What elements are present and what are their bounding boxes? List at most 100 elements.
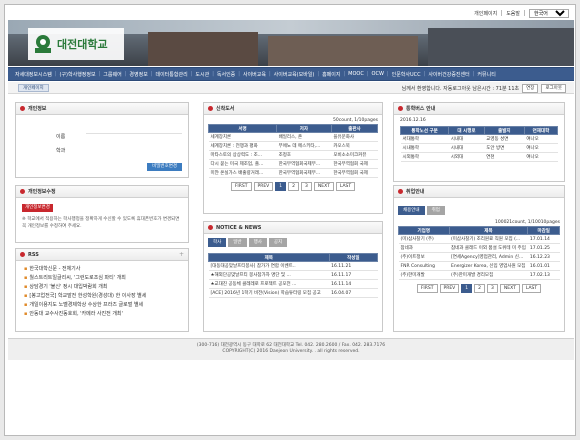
table-row[interactable]: [대동대공맞날프티봉사] 참가가 연합 이벤트.. 16.11.21 [208,261,378,271]
nav-item[interactable]: 인문학사UCC [389,71,424,78]
help-link[interactable]: 도움말 [506,10,520,17]
table-row[interactable]: 다시 묻는 미국 제조업, 즐... 한국무역협회국제무... 한국무역협회 국제 [208,159,378,169]
rss-item[interactable]: 개일이용지도 노벨경제학상 수상한 프라즈 글로벌 별세 [16,301,188,310]
pager-button[interactable]: 1 [461,284,473,293]
table-row[interactable]: 미얀 온실가스 배출량거래... 한국무역협회국제무... 한국무역협회 국제 [208,168,378,178]
nav-item[interactable]: (구)학사행정정보 [57,71,99,78]
jobs-table: 기업명 제목 마감일 (미)삼사찰기 (주) (미삼사찰기) 조리원료 직원 모집 (… [398,226,560,280]
table-cell: 여나오 [524,143,558,153]
banner-building [268,36,418,66]
nav-item[interactable]: OCW [369,71,387,77]
tab-item[interactable]: 채용안내 [398,206,425,215]
pager-button[interactable]: PREV [439,284,460,293]
table-cell: ★해외단공맞날프티 봉사참가자 명단 및 ... [208,270,330,280]
nav-item[interactable]: 경영정보 [126,71,150,78]
privacy-change-badge[interactable]: 개인정보변경 [22,204,53,212]
notice-table-body: [대동대공맞날프티봉사] 참가가 연합 이벤트.. 16.11.21 ★해외단공맞날… [208,261,378,298]
column-header: 제목 [448,226,529,235]
nav-item[interactable]: 그룹웨어 [100,71,124,78]
pager-button[interactable]: FIRST [230,182,252,191]
panel-title: 통학버스 안내 [406,106,436,112]
books-table: 서명 저자 출판사 세계장치론 배일리스, 존 을유문화사 세계장치론 : 전쟁과 평화 부… [207,124,379,178]
session-bar: 개인페이지 님께서 환영합니다. 자동로그아웃 남은시간 : 71분 11초 연… [8,82,574,94]
tab-item[interactable]: 취업 [426,206,445,215]
table-row[interactable]: (미)삼사찰기 (주) (미삼사찰기) 조리원료 직원 모집 (... 17.01.… [398,234,560,244]
table-row[interactable]: 세계장치론 : 전쟁과 평화 부에노 데 메스키타,... 카오스북 [208,141,378,151]
pager-button[interactable]: PREV [253,182,274,191]
password-change-button[interactable]: 비밀번호변경 [147,163,182,171]
nav-item[interactable]: 커뮤니티 [474,71,498,78]
tab-item[interactable]: 학사 [208,238,227,247]
nav-item[interactable]: 데이터통합관리 [152,71,190,78]
bus-panel: 통학버스 안내 2016.12.16 통학노선 구분 대 시행로 출발지 연재대학 서… [393,102,565,182]
table-row[interactable]: 시외통학 시외대 연천 여나오 [400,152,558,162]
pager-button[interactable]: NEXT [313,182,334,191]
table-row[interactable]: 참네과 참네과 클래드 이외 품설 도위테 미 주입 17.01.25 [398,243,560,253]
language-select[interactable]: 한국어 [529,8,569,18]
nav-item[interactable]: MOOC [345,71,367,77]
university-logo[interactable]: 대전대학교 [28,28,124,60]
table-header-row: 통학노선 구분 대 시행로 출발지 연재대학 [399,126,559,135]
rss-item[interactable]: 한국대학신문 - 전체기사 [16,265,188,274]
rss-item[interactable]: 상담경기 '불신' 정시 대입박람회 개최 [16,283,188,292]
rss-item[interactable]: 안동대 교수사진동호회, '카메라 사진전 개최' [16,310,188,319]
tab-item[interactable]: 행사 [248,238,267,247]
table-cell: [ACE] 2016년 1학기 비전(Vision) 학습튜터링 모집 공고 [208,288,330,298]
nav-item[interactable]: 사이버건강증진센터 [425,71,472,78]
pager-button[interactable]: LAST [521,284,542,293]
table-cell: 시내통학 [400,143,449,153]
panel-header: 개인정보 [16,103,188,115]
tab-item[interactable]: 공지 [268,238,288,247]
tab-item[interactable]: 일반 [228,238,247,247]
mypage-link[interactable]: 개인페이지 [474,10,497,17]
pager-button[interactable]: 3 [487,284,498,293]
nav-item[interactable]: 사이버교육(모바일) [271,71,318,78]
table-cell: 교영동 성면 [484,134,525,144]
books-pagination: FIRST PREV 1 2 3 NEXT LAST [204,182,382,191]
panel-header: 통학버스 안내 [394,103,564,115]
table-cell: (미)삼사찰기 (주) [398,234,450,244]
rss-panel: RSS + 한국대학신문 - 전체기사월스트리트일글리씨, '그런도로조심 파티'… [15,248,189,332]
bus-date: 2016.12.16 [400,118,426,123]
rss-item[interactable]: 월스트리트일글리씨, '그런도로조심 파티' 개최 [16,274,188,283]
pager-button[interactable]: 1 [275,182,287,191]
table-row[interactable]: [ACE] 2016년 1학기 비전(Vision) 학습튜터링 모집 공고 16… [208,288,378,298]
pager-button[interactable]: FIRST [416,284,438,293]
pager-button[interactable]: LAST [335,182,356,191]
table-row[interactable]: ★교대진 공동체 클레레로 프로젝트 공모전 ... 16.11.14 [208,279,378,289]
table-cell: [대동대공맞날프티봉사] 참가가 연합 이벤트.. [208,261,330,271]
column-header: 대 시행로 [448,126,485,135]
books-table-body: 세계장치론 배일리스, 존 을유문화사 세계장치론 : 전쟁과 평화 부에노 데 메스키… [208,132,378,178]
table-cell: 16.11.14 [329,279,378,289]
pager-button[interactable]: 3 [301,182,312,191]
table-row[interactable]: 시내통학 시내대 도안 방면 여나오 [400,143,558,153]
table-row[interactable]: 서대통학 시내대 교영동 성면 여나오 [400,134,558,144]
column-header: 마감일 [527,226,560,235]
nav-item[interactable]: 홈페이지 [319,71,343,78]
pager-button[interactable]: NEXT [499,284,520,293]
pager-button[interactable]: 2 [288,182,300,191]
nav-item[interactable]: 자세대정보시스템 [12,71,55,78]
panel-title: 신착도서 [216,106,235,112]
table-header-row: 기업명 제목 마감일 [398,226,560,235]
extend-button[interactable]: 연장 [522,83,539,93]
table-cell: Energizer Korea, 신입 영업사원 모집 [449,261,528,271]
bus-table-body: 서대통학 시내대 교영동 성면 여나오 시내통학 시내대 도안 방면 여나오 시외통학 시외대 연천… [400,134,558,162]
panel-header: NOTICE & NEWS [204,222,382,234]
pager-button[interactable]: 2 [474,284,486,293]
table-row[interactable]: 세계장치론 배일리스, 존 을유문화사 [208,132,378,142]
logout-button[interactable]: 로그아웃 [541,83,566,93]
table-row[interactable]: 마타스토의 상상력도 : 조... 조정호 모비소소미크커뮤 [208,150,378,160]
tab-mypage[interactable]: 개인페이지 [18,84,49,92]
more-icon[interactable]: + [179,251,184,258]
table-cell: 카오스북 [331,141,378,151]
banner-building [428,28,574,66]
table-row[interactable]: ★해외단공맞날프티 봉사참가자 명단 및 ... 16.11.17 [208,270,378,280]
table-row[interactable]: (주)한미개발 (주)한미개발 경리모집 17.02.13 [398,270,560,280]
nav-item[interactable]: 도시관 [192,71,212,78]
table-row[interactable]: FNR Consulting Energizer Korea, 신입 영업사원 모… [398,261,560,271]
nav-item[interactable]: 사이버교육 [240,71,269,78]
table-row[interactable]: (주)이트정보 [연세Agency]영업관리, Admin 신입 모집 16.12.… [398,252,560,262]
rss-item[interactable]: [봉고업전국] 학교발전 한성학원(경성대) 한 이사장 별세 [16,292,188,301]
nav-item[interactable]: 독서인증 [214,71,238,78]
